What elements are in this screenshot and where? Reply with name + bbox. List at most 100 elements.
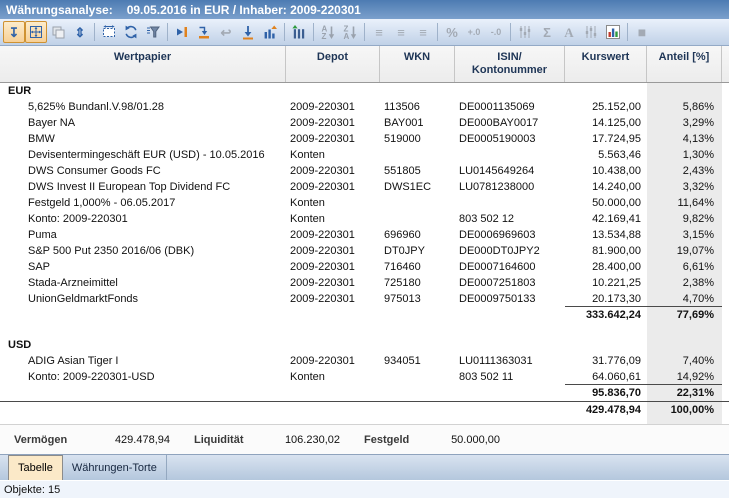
percent-icon[interactable]: % [441, 21, 463, 43]
column-header-depot[interactable]: Depot [286, 46, 380, 82]
toolbar: ↧ ⇕ ↩ AZ ZA ≡ ≡ ≡ % +.0 -.0 Σ A ■ [0, 19, 729, 46]
refresh-icon[interactable] [120, 21, 142, 43]
add-decimal-icon[interactable]: +.0 [463, 21, 485, 43]
cell-anteil: 4,13% [647, 131, 722, 147]
tab-tabelle[interactable]: Tabelle [8, 455, 63, 480]
align-right-icon[interactable]: ≡ [412, 21, 434, 43]
cell-anteil: 9,82% [647, 211, 722, 227]
fit-window-icon[interactable] [25, 21, 47, 43]
festgeld-value: 50.000,00 [438, 434, 500, 446]
align-left-icon[interactable]: ≡ [368, 21, 390, 43]
cell-anteil: 2,43% [647, 163, 722, 179]
group-row-eur[interactable]: EUR [0, 83, 729, 99]
column-select-icon[interactable] [288, 21, 310, 43]
cell-isin: DE0005190003 [455, 131, 565, 147]
cell-kurswert: 28.400,00 [565, 259, 647, 275]
column-header-anteil[interactable]: Anteil [%] [647, 46, 722, 82]
cell-wkn [380, 211, 455, 227]
table-row[interactable]: Festgeld 1,000% - 06.05.2017 Konten 50.0… [0, 195, 729, 211]
cell-isin [455, 195, 565, 211]
cell-wkn: 113506 [380, 99, 455, 115]
field-settings-icon[interactable] [514, 21, 536, 43]
sort-desc-icon[interactable]: ZA [339, 21, 361, 43]
cell-anteil: 77,69% [647, 307, 722, 323]
cell-wkn: 725180 [380, 275, 455, 291]
move-right-icon[interactable] [171, 21, 193, 43]
table-row[interactable]: 5,625% Bundanl.V.98/01.28 2009-220301 11… [0, 99, 729, 115]
layers-glyph [50, 24, 66, 40]
resize-columns-icon[interactable] [98, 21, 120, 43]
group-row-usd[interactable]: USD [0, 337, 729, 353]
cell-anteil: 19,07% [647, 243, 722, 259]
panel-title-bar: Währungsanalyse: 09.05.2016 in EUR / Inh… [0, 0, 729, 19]
cell-wertpapier [0, 323, 286, 337]
remove-decimal-icon[interactable]: -.0 [485, 21, 507, 43]
table-row[interactable]: S&P 500 Put 2350 2016/06 (DBK) 2009-2203… [0, 243, 729, 259]
cell-kurswert [565, 83, 647, 99]
table-row[interactable]: Devisentermingeschäft EUR (USD) - 10.05.… [0, 147, 729, 163]
apply-down-glyph [240, 24, 256, 40]
font-icon[interactable]: A [558, 21, 580, 43]
table-row[interactable]: Konto: 2009-220301-USD Konten 803 502 11… [0, 369, 729, 385]
cell-wkn [380, 307, 455, 323]
layers-icon[interactable] [47, 21, 69, 43]
column-header-kurswert[interactable]: Kurswert [565, 46, 647, 82]
column-header-isin[interactable]: ISIN/Kontonummer [455, 46, 565, 82]
sum-icon[interactable]: Σ [536, 21, 558, 43]
panel-title-context: 09.05.2016 in EUR / Inhaber: 2009-220301 [127, 3, 361, 17]
table-row[interactable]: Konto: 2009-220301 Konten 803 502 12 42.… [0, 211, 729, 227]
filter-glyph [145, 24, 161, 40]
table-row[interactable]: UnionGeldmarktFonds 2009-220301 975013 D… [0, 291, 729, 307]
cell-wkn: 696960 [380, 227, 455, 243]
toolbar-separator [284, 23, 285, 41]
cell-wertpapier: DWS Invest II European Top Dividend FC [0, 179, 286, 195]
cell-depot: Konten [286, 211, 380, 227]
cell-isin: DE000DT0JPY2 [455, 243, 565, 259]
cell-depot: Konten [286, 195, 380, 211]
move-down-icon[interactable] [193, 21, 215, 43]
cell-depot: 2009-220301 [286, 275, 380, 291]
fit-height-icon[interactable]: ⇕ [69, 21, 91, 43]
table-row[interactable]: BMW 2009-220301 519000 DE0005190003 17.7… [0, 131, 729, 147]
chart-columns-icon[interactable] [259, 21, 281, 43]
cell-wkn: DT0JPY [380, 243, 455, 259]
undo-icon[interactable]: ↩ [215, 21, 237, 43]
filter-settings-icon[interactable] [580, 21, 602, 43]
move-right-glyph [174, 24, 190, 40]
cell-wertpapier: Konto: 2009-220301 [0, 211, 286, 227]
tab-waehrungen-torte[interactable]: Währungen-Torte [63, 455, 167, 480]
table-row[interactable]: Puma 2009-220301 696960 DE0006969603 13.… [0, 227, 729, 243]
cell-kurswert: 50.000,00 [565, 195, 647, 211]
cell-depot: Konten [286, 147, 380, 163]
cell-anteil: 2,38% [647, 275, 722, 291]
table-row[interactable]: ADIG Asian Tiger I 2009-220301 934051 LU… [0, 353, 729, 369]
save-layout-icon[interactable]: ↧ [3, 21, 25, 43]
table-row[interactable]: DWS Consumer Goods FC 2009-220301 551805… [0, 163, 729, 179]
svg-text:Z: Z [322, 32, 327, 40]
align-center-icon[interactable]: ≡ [390, 21, 412, 43]
isin-header-line1: ISIN/ [455, 51, 564, 64]
cell-wertpapier: S&P 500 Put 2350 2016/06 (DBK) [0, 243, 286, 259]
table-row[interactable]: Bayer NA 2009-220301 BAY001 DE000BAY0017… [0, 115, 729, 131]
cell-kurswert: 429.478,94 [565, 402, 647, 418]
chart-glyph [605, 24, 621, 40]
table-row[interactable]: Stada-Arzneimittel 2009-220301 725180 DE… [0, 275, 729, 291]
filter-icon[interactable] [142, 21, 164, 43]
cell-wertpapier: BMW [0, 131, 286, 147]
column-header-wkn[interactable]: WKN [380, 46, 455, 82]
cell-depot: 2009-220301 [286, 115, 380, 131]
cell-depot: 2009-220301 [286, 99, 380, 115]
stop-icon[interactable]: ■ [631, 21, 653, 43]
table-row[interactable]: SAP 2009-220301 716460 DE0007164600 28.4… [0, 259, 729, 275]
cell-anteil: 7,40% [647, 353, 722, 369]
toolbar-separator [437, 23, 438, 41]
sort-asc-icon[interactable]: AZ [317, 21, 339, 43]
cell-anteil: 1,30% [647, 147, 722, 163]
apply-down-icon[interactable] [237, 21, 259, 43]
cell-anteil: 3,29% [647, 115, 722, 131]
chart-icon[interactable] [602, 21, 624, 43]
column-header-wertpapier[interactable]: Wertpapier [0, 46, 286, 82]
cell-anteil: 14,92% [647, 369, 722, 385]
table-row[interactable]: DWS Invest II European Top Dividend FC 2… [0, 179, 729, 195]
cell-anteil: 3,15% [647, 227, 722, 243]
